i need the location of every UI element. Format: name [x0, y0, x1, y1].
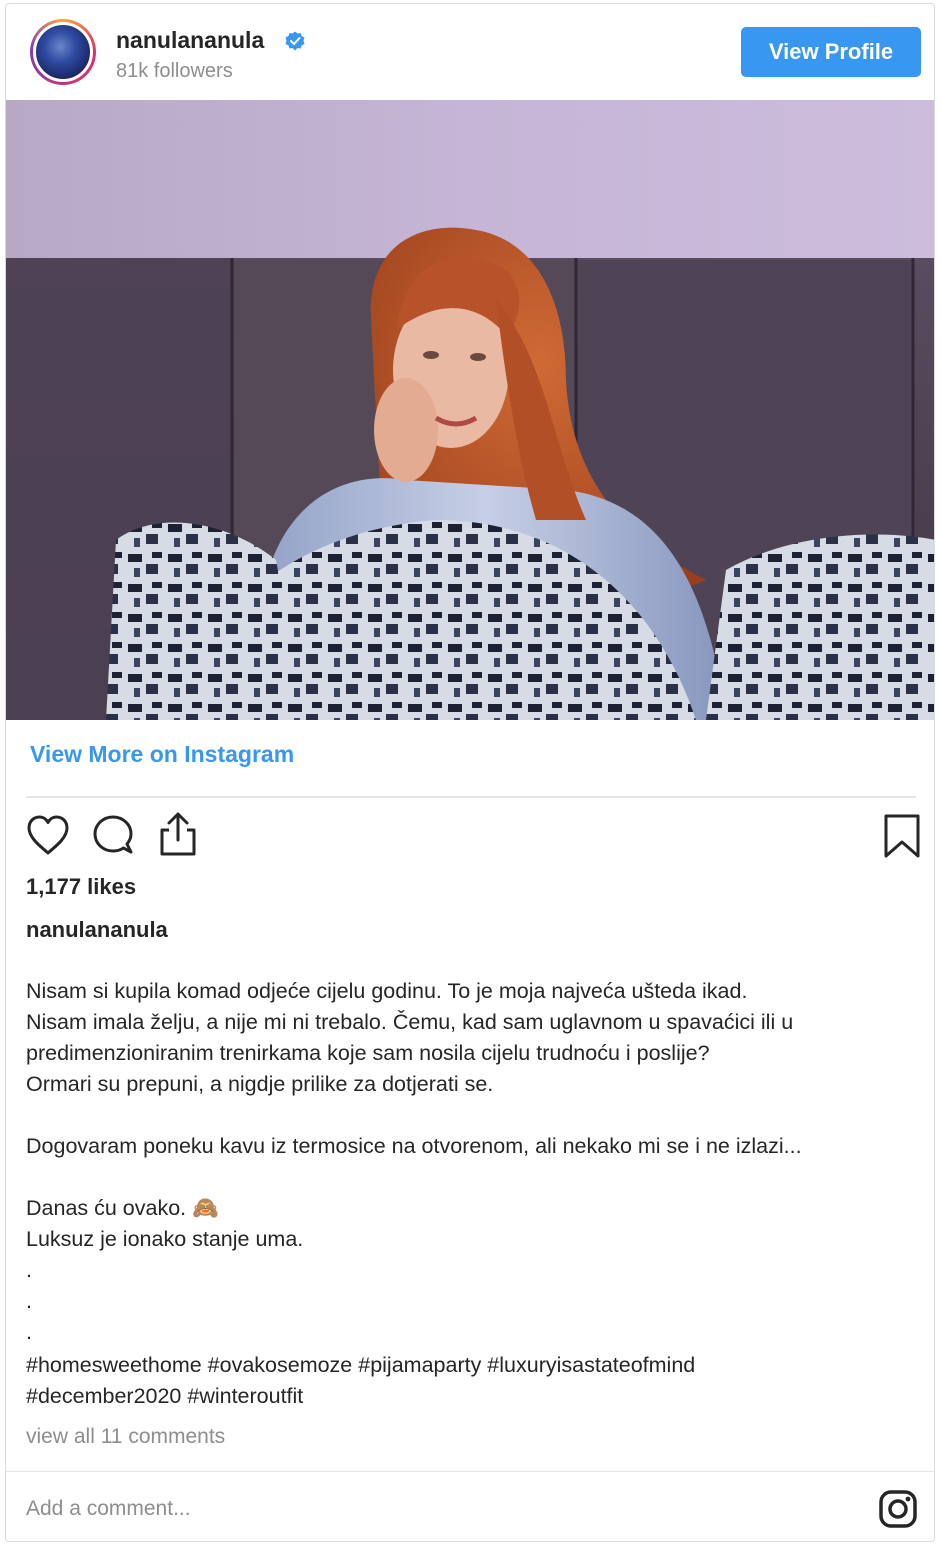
- post-caption: Nisam si kupila komad odjeće cijelu godi…: [26, 976, 926, 1348]
- like-count[interactable]: 1,177 likes: [26, 874, 136, 900]
- caption-line: Danas ću ovako. 🙈: [26, 1196, 219, 1220]
- verified-badge-icon: [285, 31, 305, 51]
- caption-line: Nisam imala želju, a nije mi ni trebalo.…: [26, 1010, 794, 1034]
- profile-username[interactable]: nanulananula: [116, 27, 264, 54]
- comment-icon[interactable]: [89, 812, 137, 860]
- caption-line: Ormari su prepuni, a nigdje prilike za d…: [26, 1072, 494, 1096]
- caption-line: Luksuz je ionako stanje uma.: [26, 1227, 304, 1251]
- post-header: nanulananula 81k followers View Profile: [6, 4, 934, 100]
- caption-line: .: [26, 1320, 32, 1344]
- caption-line: .: [26, 1289, 32, 1313]
- post-photo[interactable]: [6, 100, 935, 720]
- share-icon[interactable]: [154, 810, 202, 858]
- instagram-embed-card: nanulananula 81k followers View Profile: [5, 3, 935, 1542]
- add-comment-input[interactable]: Add a comment...: [26, 1497, 191, 1521]
- view-profile-button[interactable]: View Profile: [741, 27, 921, 77]
- caption-line: .: [26, 1258, 32, 1282]
- view-all-comments-link[interactable]: view all 11 comments: [26, 1425, 225, 1449]
- caption-username[interactable]: nanulananula: [26, 917, 168, 943]
- heart-icon[interactable]: [24, 812, 72, 860]
- follower-count: 81k followers: [116, 60, 233, 82]
- view-more-on-instagram-link[interactable]: View More on Instagram: [30, 741, 294, 768]
- divider: [26, 796, 916, 798]
- instagram-icon[interactable]: [878, 1489, 918, 1529]
- avatar[interactable]: [30, 19, 96, 85]
- bookmark-icon[interactable]: [878, 812, 926, 860]
- hashtag-line[interactable]: #december2020 #winteroutfit: [26, 1381, 926, 1412]
- hashtag-line[interactable]: #homesweethome #ovakosemoze #pijamaparty…: [26, 1350, 926, 1381]
- post-hashtags[interactable]: #homesweethome #ovakosemoze #pijamaparty…: [26, 1350, 926, 1412]
- caption-line: Nisam si kupila komad odjeće cijelu godi…: [26, 979, 748, 1003]
- caption-line: Dogovaram poneku kavu iz termosice na ot…: [26, 1134, 802, 1158]
- divider: [6, 1471, 934, 1472]
- caption-line: predimenzioniranim trenirkama koje sam n…: [26, 1041, 710, 1065]
